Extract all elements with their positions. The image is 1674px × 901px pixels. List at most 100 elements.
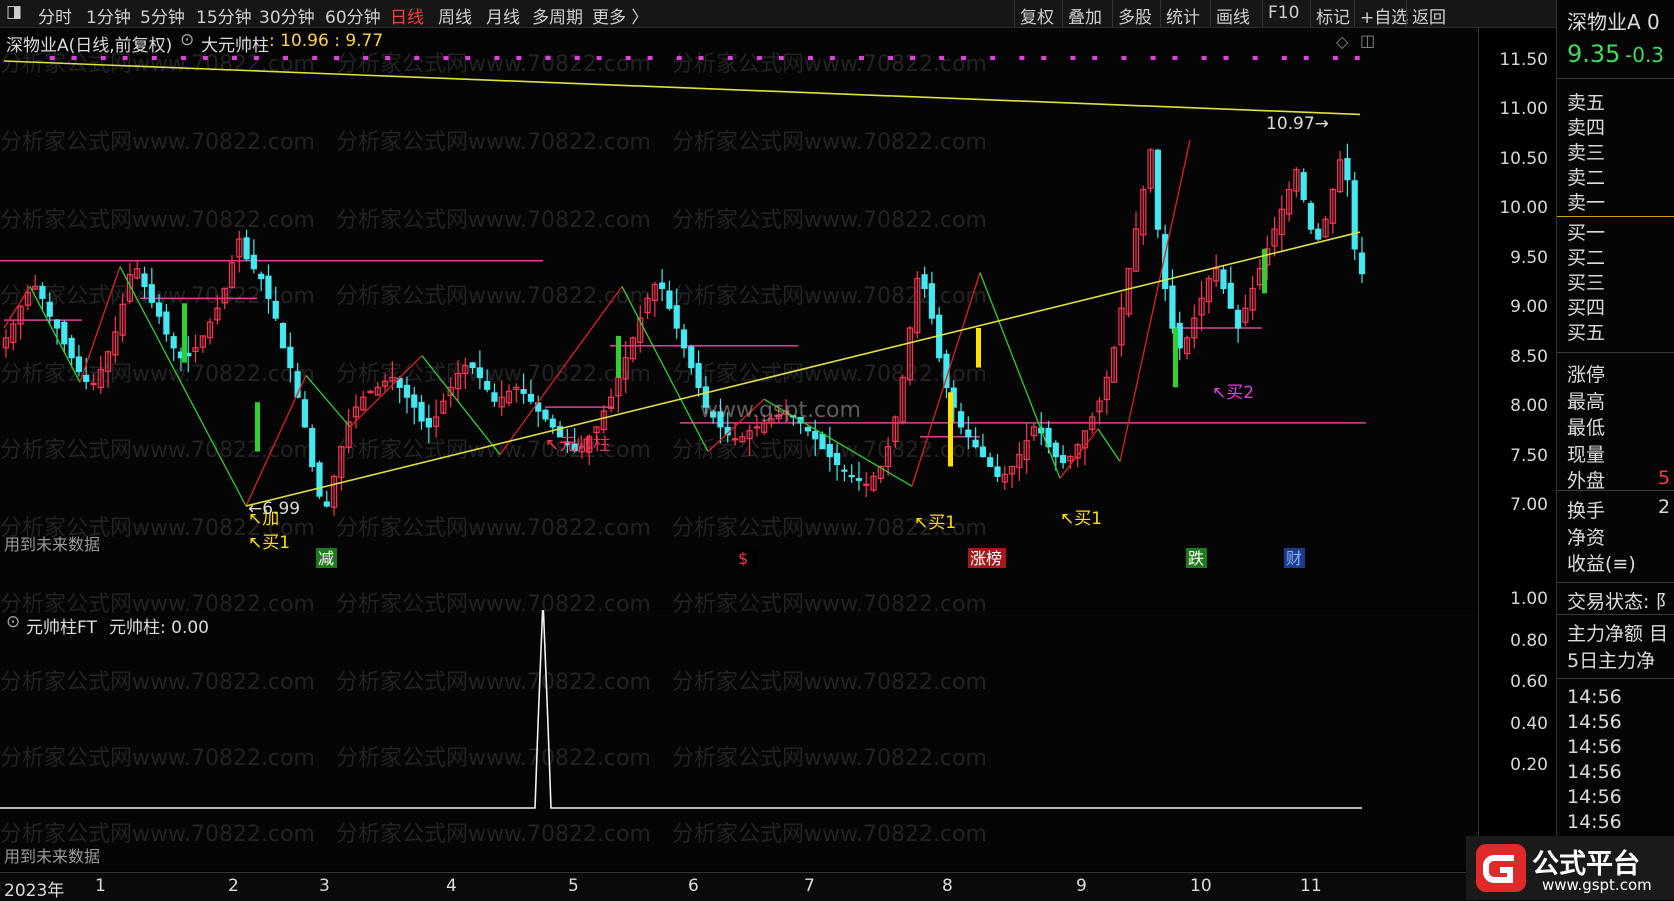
zigzag-segment bbox=[1059, 428, 1099, 479]
price-tick-label: 7.50 bbox=[1510, 445, 1548, 466]
signal-dot bbox=[151, 56, 157, 60]
event-tag-0[interactable]: 减 bbox=[316, 548, 337, 568]
period-tab-9[interactable]: 多周期 bbox=[532, 3, 583, 28]
candle bbox=[17, 304, 24, 340]
period-tab-8[interactable]: 月线 bbox=[486, 3, 520, 28]
candle bbox=[141, 266, 148, 299]
candle bbox=[148, 267, 155, 309]
tool-button-3[interactable]: 统计 bbox=[1166, 3, 1200, 28]
signal-dot bbox=[516, 56, 522, 60]
candle bbox=[119, 293, 126, 343]
period-tab-5[interactable]: 60分钟 bbox=[325, 3, 381, 28]
tool-button-4[interactable]: 画线 bbox=[1216, 3, 1250, 28]
signal-dot bbox=[888, 56, 894, 60]
candle bbox=[433, 399, 440, 438]
event-tag-2[interactable]: 涨榜 bbox=[968, 548, 1006, 568]
signal-dot bbox=[990, 56, 996, 60]
candle bbox=[411, 386, 418, 425]
zigzag-segment bbox=[1097, 428, 1121, 462]
candle bbox=[265, 264, 272, 314]
tool-button-7[interactable]: +自选 bbox=[1360, 3, 1408, 28]
candle bbox=[666, 280, 673, 311]
signal-dot bbox=[698, 56, 704, 60]
candle bbox=[75, 345, 83, 377]
period-tab-0[interactable]: 分时 bbox=[38, 3, 72, 28]
period-tab-10[interactable]: 更多 〉 bbox=[592, 3, 648, 28]
signal-dot bbox=[49, 56, 55, 60]
signal-bar-6 bbox=[616, 335, 621, 378]
signal-dot bbox=[334, 56, 340, 60]
fund-flow-label: 主力净额 目 bbox=[1567, 623, 1669, 645]
candle bbox=[32, 274, 39, 291]
candle bbox=[323, 490, 330, 508]
period-tab-6[interactable]: 日线 bbox=[390, 3, 424, 28]
candle bbox=[527, 379, 535, 405]
signal-dot bbox=[443, 56, 449, 60]
event-tag-4[interactable]: 财 bbox=[1284, 548, 1305, 568]
tool-button-0[interactable]: 复权 bbox=[1020, 3, 1054, 28]
annotation-buy1-b: ↖买1 bbox=[914, 513, 956, 533]
candle bbox=[1023, 423, 1030, 474]
tool-button-8[interactable]: 返回 bbox=[1412, 3, 1446, 28]
candlestick-chart[interactable]: ↖加←6.99↖买1↖买1 ↖买1↖买2↖元帅柱10.97→减 $ 涨榜跌财 bbox=[0, 28, 1478, 608]
signal-dot bbox=[1252, 56, 1258, 60]
lower-trend-line bbox=[245, 231, 1361, 507]
price-tick-label: 11.00 bbox=[1499, 99, 1548, 120]
candle bbox=[848, 464, 855, 483]
stock-name[interactable]: 深物业A 0 bbox=[1567, 6, 1660, 35]
sidebar-toggle-icon[interactable]: ◨ bbox=[6, 2, 22, 22]
zigzag-segment bbox=[29, 286, 81, 383]
price-tick-label: 9.50 bbox=[1510, 247, 1548, 268]
period-tab-1[interactable]: 1分钟 bbox=[86, 3, 131, 28]
annotation-buy1-a: ↖买1 bbox=[248, 533, 290, 553]
month-label: 9 bbox=[1076, 876, 1087, 896]
main-kline-panel[interactable]: 分析家公式网www.70822.com 分析家公式网www.70822.com 分析… bbox=[0, 28, 1478, 608]
sub-indicator-panel[interactable]: 分析家公式网www.70822.com 分析家公式网www.70822.com 分析… bbox=[0, 592, 1478, 870]
signal-dot bbox=[312, 56, 318, 60]
price-tick-label: 9.00 bbox=[1510, 297, 1548, 318]
candle bbox=[279, 322, 287, 349]
candle bbox=[688, 344, 695, 375]
signal-dot bbox=[778, 56, 784, 60]
event-tag-3[interactable]: 跌 bbox=[1186, 548, 1207, 568]
svg-text:跌: 跌 bbox=[1188, 549, 1204, 568]
period-tab-4[interactable]: 30分钟 bbox=[259, 3, 315, 28]
candle bbox=[330, 474, 338, 516]
svg-text:涨榜: 涨榜 bbox=[970, 549, 1002, 568]
candle bbox=[1249, 275, 1256, 321]
candle bbox=[250, 239, 257, 274]
sell-level-label: 卖四 bbox=[1567, 117, 1606, 139]
candle bbox=[899, 374, 906, 425]
candle bbox=[484, 369, 491, 393]
outer-volume-value: 5 bbox=[1658, 467, 1671, 489]
candle bbox=[695, 350, 702, 397]
signal-dot bbox=[858, 56, 864, 60]
month-label: 2 bbox=[228, 876, 239, 896]
candle bbox=[134, 260, 141, 280]
candle bbox=[1293, 167, 1300, 198]
buy-level-label: 买三 bbox=[1567, 272, 1606, 294]
quote-panel: 深物业A 0 9.35 -0.3 卖五 卖四 卖三 卖二 卖一 买一 买二 买三 买四 买五 涨… bbox=[1556, 0, 1674, 900]
logo-url: www.gspt.com bbox=[1542, 876, 1652, 894]
signal-bar-5 bbox=[255, 402, 260, 452]
period-tab-7[interactable]: 周线 bbox=[438, 3, 472, 28]
period-tab-3[interactable]: 15分钟 bbox=[196, 3, 252, 28]
signal-dot bbox=[465, 56, 471, 60]
tool-button-6[interactable]: 标记 bbox=[1316, 3, 1350, 28]
tool-button-2[interactable]: 多股 bbox=[1118, 3, 1152, 28]
tool-button-5[interactable]: F10 bbox=[1268, 3, 1299, 23]
event-tag-1[interactable]: $ bbox=[736, 548, 757, 568]
signal-dot bbox=[363, 56, 369, 60]
price-tick-label: 11.50 bbox=[1499, 50, 1548, 70]
signal-bar-2 bbox=[976, 328, 981, 368]
period-tab-2[interactable]: 5分钟 bbox=[140, 3, 185, 28]
signal-dot bbox=[1150, 56, 1156, 60]
candle bbox=[746, 424, 753, 456]
candle bbox=[928, 271, 935, 325]
signal-dot bbox=[1281, 56, 1287, 60]
candle bbox=[1278, 195, 1285, 253]
candle bbox=[1198, 281, 1205, 331]
spike-chart[interactable] bbox=[0, 610, 1478, 870]
tool-button-1[interactable]: 叠加 bbox=[1068, 3, 1102, 28]
buy-level-label: 买四 bbox=[1567, 297, 1606, 319]
